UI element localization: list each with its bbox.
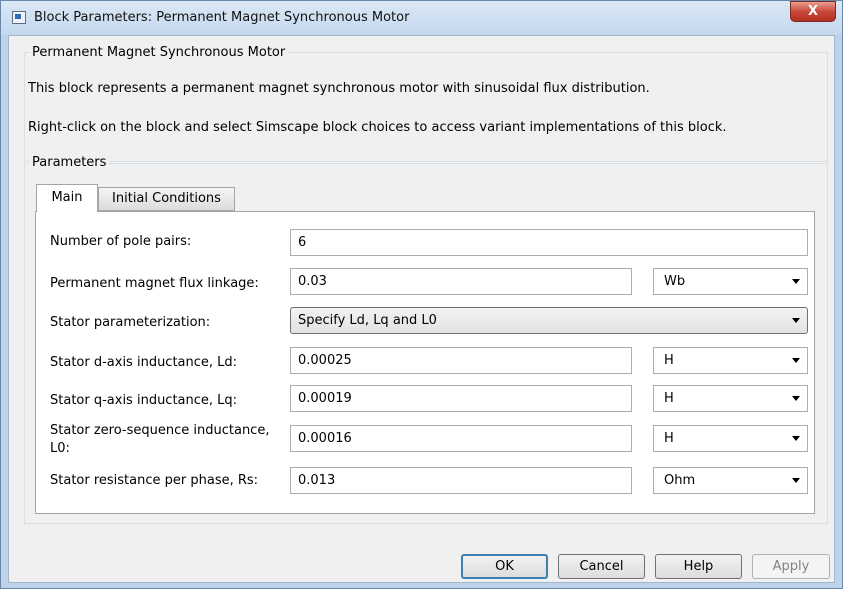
description-line-1: This block represents a permanent magnet… [28, 81, 650, 96]
q-axis-inductance-input[interactable]: 0.00019 [290, 385, 632, 412]
stator-parameterization-select[interactable]: Specify Ld, Lq and L0 [290, 307, 808, 334]
chevron-down-icon [792, 279, 800, 284]
stator-resistance-unit-value: Ohm [664, 473, 696, 488]
app-icon [12, 11, 26, 24]
chevron-down-icon [792, 478, 800, 483]
q-axis-inductance-label: Stator q-axis inductance, Lq: [50, 393, 238, 408]
description-group-title: Permanent Magnet Synchronous Motor [29, 45, 289, 60]
window-title: Block Parameters: Permanent Magnet Synch… [34, 10, 410, 25]
stator-resistance-unit-select[interactable]: Ohm [653, 467, 808, 494]
zero-sequence-inductance-unit-select[interactable]: H [653, 425, 808, 452]
flux-linkage-label: Permanent magnet flux linkage: [50, 276, 259, 291]
chevron-down-icon [792, 358, 800, 363]
ok-button[interactable]: OK [461, 554, 548, 579]
help-button[interactable]: Help [655, 554, 742, 579]
description-line-2: Right-click on the block and select Sims… [28, 120, 727, 135]
zero-sequence-inductance-label-cont: L0: [50, 441, 70, 456]
title-bar[interactable]: Block Parameters: Permanent Magnet Synch… [1, 1, 842, 35]
stator-resistance-input[interactable]: 0.013 [290, 467, 632, 494]
stator-parameterization-value: Specify Ld, Lq and L0 [298, 313, 437, 328]
stator-parameterization-label: Stator parameterization: [50, 315, 211, 330]
description-group [24, 52, 828, 162]
stator-resistance-label: Stator resistance per phase, Rs: [50, 473, 259, 488]
pole-pairs-label: Number of pole pairs: [50, 234, 192, 249]
tab-main[interactable]: Main [36, 184, 98, 212]
flux-linkage-unit-value: Wb [664, 274, 686, 289]
zero-sequence-inductance-input[interactable]: 0.00016 [290, 425, 632, 452]
flux-linkage-input[interactable]: 0.03 [290, 268, 632, 295]
q-axis-inductance-unit-value: H [664, 391, 674, 406]
parameters-group-title: Parameters [29, 155, 110, 170]
apply-button[interactable]: Apply [752, 554, 830, 579]
tab-initial-conditions[interactable]: Initial Conditions [98, 187, 235, 211]
chevron-down-icon [792, 318, 800, 323]
zero-sequence-inductance-label: Stator zero-sequence inductance, [50, 423, 270, 438]
d-axis-inductance-unit-value: H [664, 353, 674, 368]
q-axis-inductance-unit-select[interactable]: H [653, 385, 808, 412]
close-button[interactable]: X [790, 1, 836, 22]
dialog-window: Block Parameters: Permanent Magnet Synch… [0, 0, 843, 589]
flux-linkage-unit-select[interactable]: Wb [653, 268, 808, 295]
d-axis-inductance-label: Stator d-axis inductance, Ld: [50, 355, 238, 370]
zero-sequence-inductance-unit-value: H [664, 431, 674, 446]
d-axis-inductance-unit-select[interactable]: H [653, 347, 808, 374]
pole-pairs-input[interactable]: 6 [290, 229, 808, 256]
chevron-down-icon [792, 436, 800, 441]
cancel-button[interactable]: Cancel [558, 554, 645, 579]
chevron-down-icon [792, 396, 800, 401]
d-axis-inductance-input[interactable]: 0.00025 [290, 347, 632, 374]
dialog-client: Permanent Magnet Synchronous Motor This … [8, 35, 835, 583]
